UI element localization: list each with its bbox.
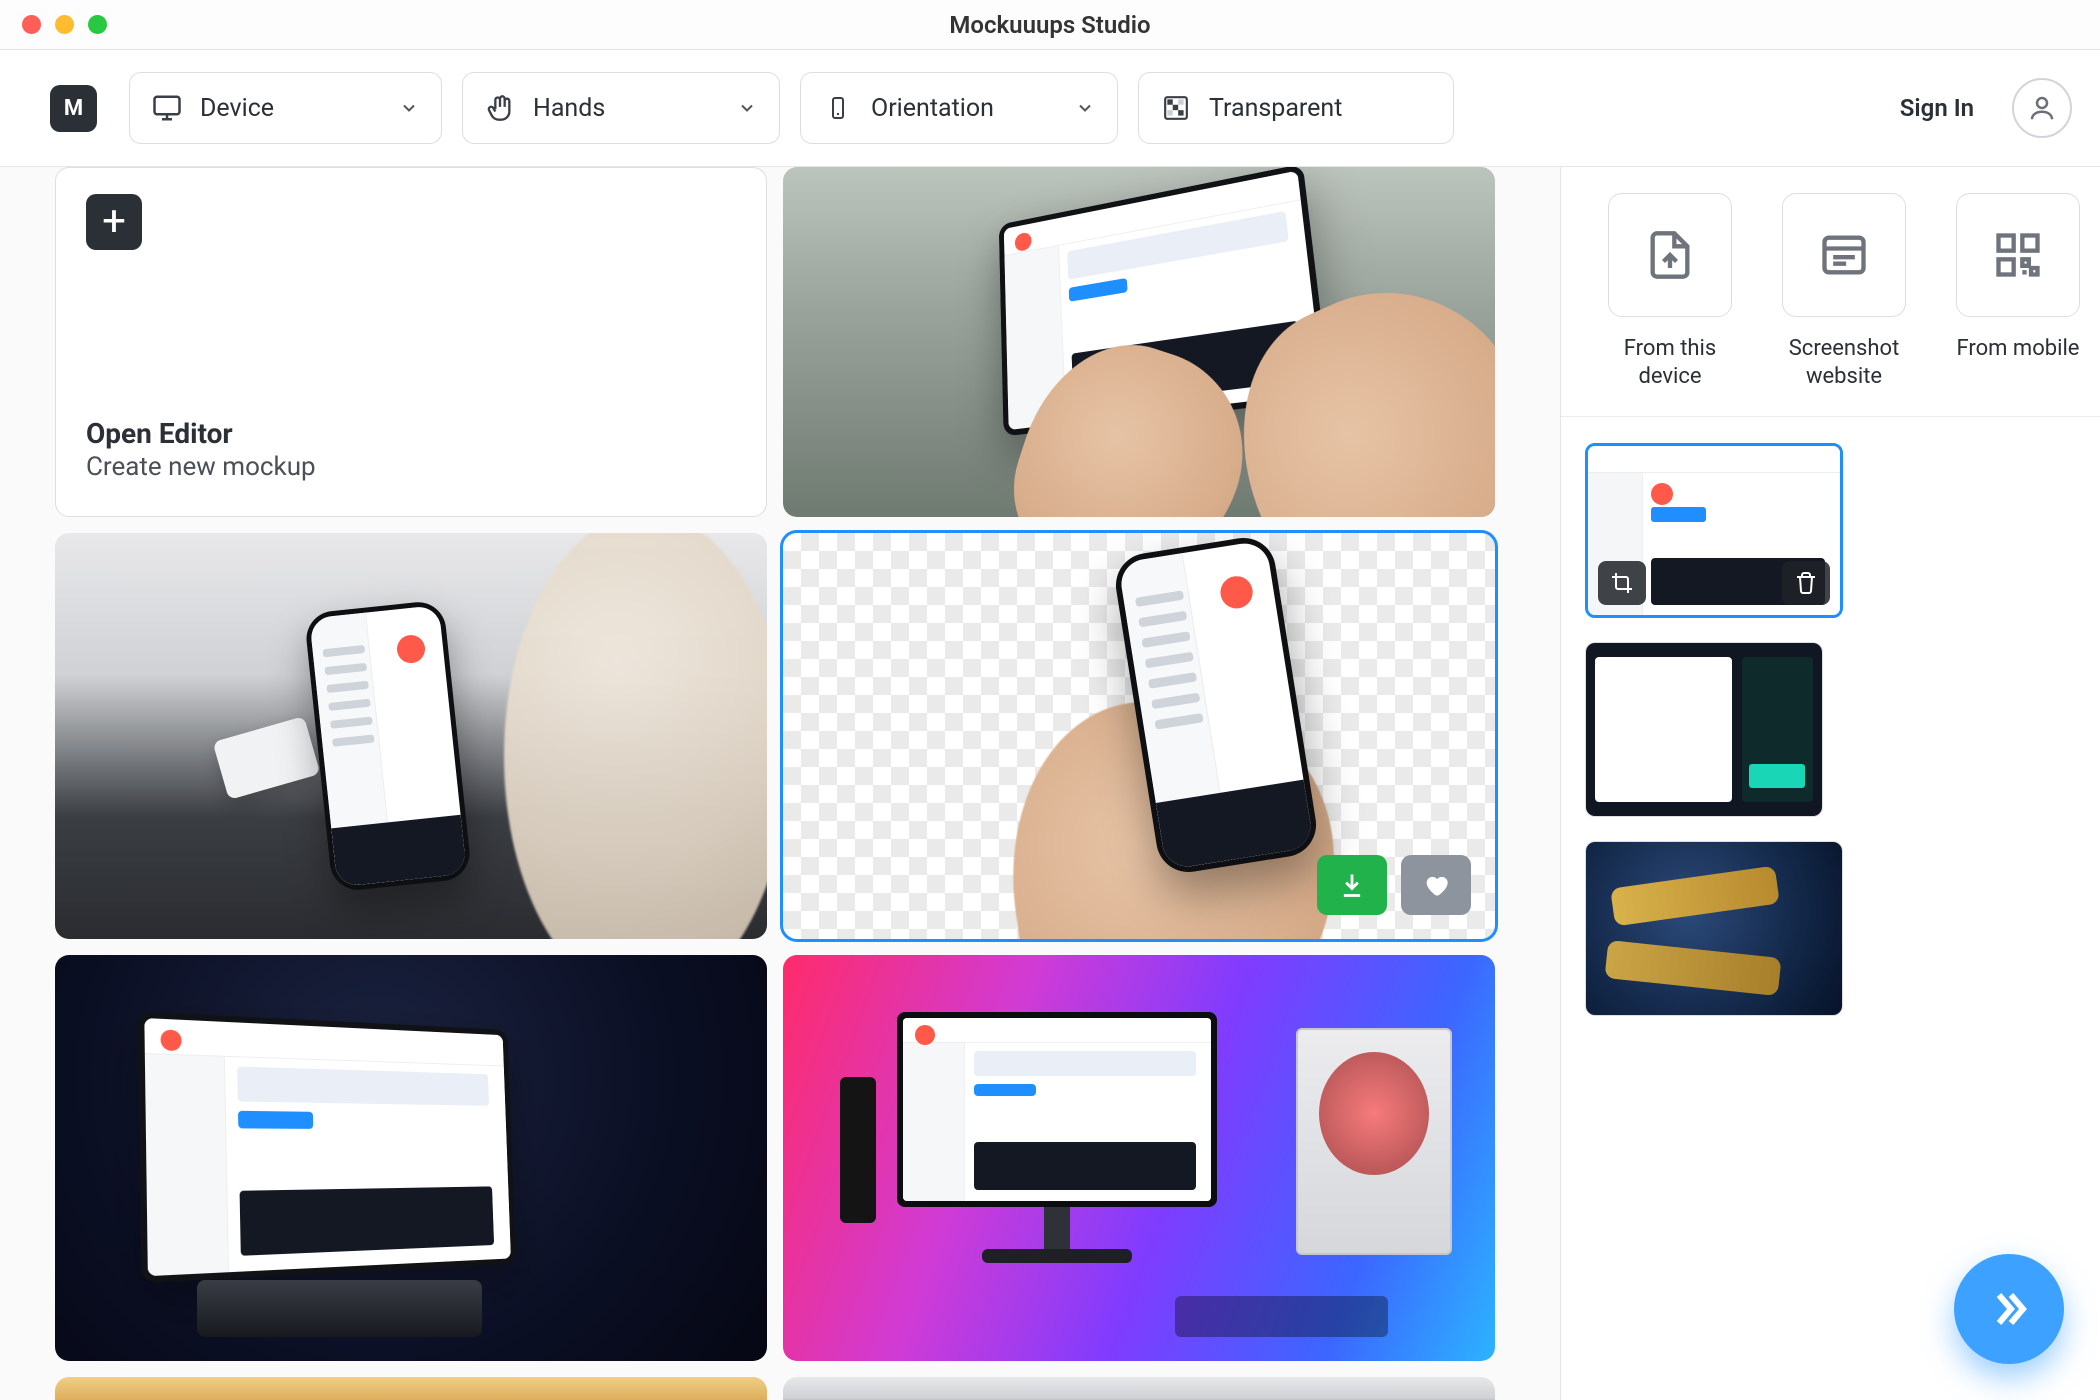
filter-device-label: Device xyxy=(200,94,274,123)
open-editor-subtitle: Create new mockup xyxy=(86,452,736,482)
crop-icon xyxy=(1610,571,1634,595)
delete-thumbnail-button[interactable] xyxy=(1782,561,1830,605)
filter-hands-dropdown[interactable]: Hands xyxy=(462,72,780,144)
open-editor-title: Open Editor xyxy=(86,417,736,450)
mockup-card-selected[interactable] xyxy=(783,533,1495,939)
source-thumbnail[interactable] xyxy=(1585,642,1823,817)
browser-icon xyxy=(1818,229,1870,281)
import-from-mobile[interactable]: From mobile xyxy=(1943,193,2093,390)
phone-icon xyxy=(823,93,853,123)
import-from-device[interactable]: From this device xyxy=(1595,193,1745,390)
expand-panel-fab[interactable] xyxy=(1954,1254,2064,1364)
download-icon xyxy=(1338,871,1366,899)
keyboard-prop xyxy=(1175,1296,1389,1337)
filter-transparent-toggle[interactable]: Transparent xyxy=(1138,72,1454,144)
heart-icon xyxy=(1422,871,1450,899)
open-editor-card[interactable]: + Open Editor Create new mockup xyxy=(55,167,767,517)
chevron-down-icon xyxy=(737,98,757,118)
hand-icon xyxy=(485,93,515,123)
source-thumbnail-selected[interactable] xyxy=(1585,443,1843,618)
file-upload-icon xyxy=(1644,229,1696,281)
monitor-icon xyxy=(152,93,182,123)
app-title: Mockuuups Studio xyxy=(0,11,2100,39)
sign-in-link[interactable]: Sign In xyxy=(1900,94,1974,122)
import-from-mobile-label: From mobile xyxy=(1957,335,2080,363)
transparency-icon xyxy=(1161,93,1191,123)
trash-icon xyxy=(1794,571,1818,595)
import-from-device-label: From this device xyxy=(1595,335,1745,390)
card-prop xyxy=(212,716,320,800)
mockup-card[interactable] xyxy=(55,1377,767,1400)
filter-orientation-label: Orientation xyxy=(871,94,994,123)
speaker-prop xyxy=(840,1077,876,1223)
chevron-down-icon xyxy=(399,98,419,118)
rock-prop xyxy=(197,1280,482,1337)
qr-icon xyxy=(1992,229,2044,281)
person-illustration xyxy=(504,533,767,939)
chevrons-right-icon xyxy=(1985,1285,2033,1333)
chevron-down-icon xyxy=(1075,98,1095,118)
source-thumbnails xyxy=(1561,417,2100,1042)
mockup-card[interactable] xyxy=(783,167,1495,517)
source-thumbnail[interactable] xyxy=(1585,841,1843,1016)
mockup-card[interactable] xyxy=(783,1377,1495,1400)
crop-thumbnail-button[interactable] xyxy=(1598,561,1646,605)
filter-transparent-label: Transparent xyxy=(1209,94,1342,123)
filter-device-dropdown[interactable]: Device xyxy=(129,72,442,144)
user-icon xyxy=(2027,93,2057,123)
plus-icon: + xyxy=(86,194,142,250)
window-titlebar: Mockuuups Studio xyxy=(0,0,2100,50)
mockup-gallery: + Open Editor Create new mockup xyxy=(0,167,1560,1400)
mockup-card[interactable] xyxy=(783,955,1495,1361)
import-options: From this device Screenshot website From… xyxy=(1561,167,2100,417)
filter-orientation-dropdown[interactable]: Orientation xyxy=(800,72,1118,144)
import-screenshot-website-label: Screenshot website xyxy=(1769,335,1919,390)
mockup-card-actions xyxy=(1317,855,1471,915)
pc-tower-prop xyxy=(1296,1028,1453,1255)
app-logo[interactable]: M xyxy=(50,85,97,132)
mockup-card[interactable] xyxy=(55,533,767,939)
favorite-button[interactable] xyxy=(1401,855,1471,915)
toolbar: M Device Hands Orientation Transparent xyxy=(0,50,2100,167)
filter-hands-label: Hands xyxy=(533,94,605,123)
mockup-card[interactable] xyxy=(55,955,767,1361)
download-button[interactable] xyxy=(1317,855,1387,915)
import-screenshot-website[interactable]: Screenshot website xyxy=(1769,193,1919,390)
account-avatar-button[interactable] xyxy=(2012,78,2072,138)
sidebar: From this device Screenshot website From… xyxy=(1560,167,2100,1400)
